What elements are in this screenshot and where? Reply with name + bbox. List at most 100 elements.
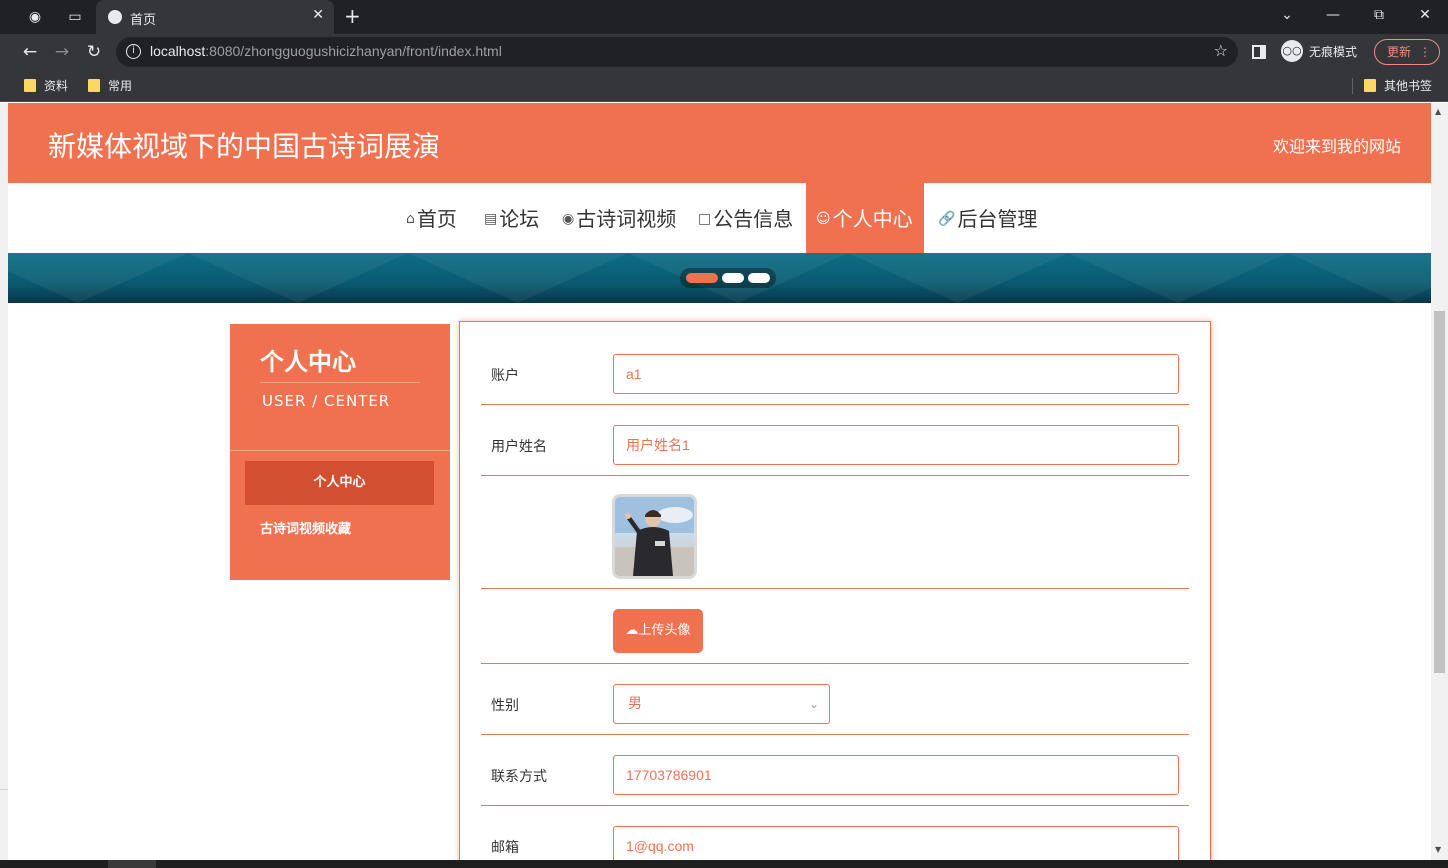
minimize-icon[interactable]: — (1310, 4, 1356, 26)
nav-poem-videos[interactable]: ◉ 古诗词视频 (552, 183, 686, 255)
incognito-label: 无痕模式 (1309, 44, 1358, 59)
browser-tab-active[interactable]: 首页 ✕ (96, 0, 334, 34)
chevron-down-icon: ⌄ (808, 697, 819, 711)
sidebar-item-video-favorites[interactable]: 古诗词视频收藏 (260, 518, 351, 537)
nav-label: 后台管理 (957, 207, 1038, 231)
page-left-edge (0, 103, 8, 860)
form-row-name: 用户姓名 用户姓名1 (481, 405, 1189, 476)
scroll-up-icon[interactable]: ▲ (1435, 107, 1441, 116)
bookmark-separator (1352, 78, 1353, 94)
window-close-icon[interactable]: ✕ (1402, 4, 1448, 26)
carousel-banner (8, 253, 1431, 303)
tab-search-icon[interactable]: ⌄ (1264, 4, 1310, 26)
avatar (612, 494, 697, 579)
sidebar-item-user-center[interactable]: 个人中心 (245, 461, 434, 505)
user-icon: ☺ (816, 211, 831, 227)
user-center-sidebar: 个人中心 USER / CENTER 个人中心 古诗词视频收藏 (230, 324, 450, 580)
carousel-dot-1[interactable] (686, 273, 718, 283)
form-row-avatar (481, 476, 1189, 589)
form-row-gender: 性别 男 ⌄ (481, 664, 1189, 735)
gender-select[interactable]: 男 ⌄ (613, 684, 830, 724)
nav-label: 论坛 (499, 207, 540, 231)
folder-icon (1364, 79, 1376, 92)
nav-label: 古诗词视频 (576, 207, 677, 231)
scrollbar-thumb[interactable] (1434, 311, 1445, 673)
phone-label: 联系方式 (491, 769, 547, 785)
divider (260, 382, 420, 383)
bookmark-label: 资料 (44, 79, 69, 93)
tab-title: 首页 (130, 13, 157, 28)
side-panel-icon[interactable] (1252, 45, 1266, 59)
name-input[interactable]: 用户姓名1 (613, 425, 1179, 465)
menu-dots-icon[interactable]: ⋮ (1419, 40, 1431, 64)
form-row-email: 邮箱 1@qq.com (481, 806, 1189, 860)
carousel-dot-2[interactable] (722, 273, 744, 283)
bookmark-folder-ziliao[interactable]: 资料 (24, 77, 68, 94)
address-bar[interactable]: i localhost:8080/zhongguogushicizhanyan/… (116, 37, 1238, 67)
update-button[interactable]: 更新 ⋮ (1374, 39, 1440, 65)
nav-admin[interactable]: 🔗 后台管理 (928, 183, 1047, 255)
site-header: 新媒体视域下的中国古诗词展演 欢迎来到我的网站 (8, 103, 1431, 183)
globe-icon[interactable]: ◉ (20, 5, 50, 29)
gender-value: 男 (628, 696, 642, 712)
other-bookmarks[interactable]: 其他书签 (1364, 77, 1432, 94)
form-row-account: 账户 a1 (481, 322, 1189, 405)
tab-close-icon[interactable]: ✕ (312, 7, 324, 23)
divider (230, 450, 450, 451)
back-icon[interactable]: ← (18, 40, 42, 64)
site-nav: ⌂ 首页 ▤ 论坛 ◉ 古诗词视频 □ 公告信息 ☺ 个人中心 🔗 后台管理 (8, 183, 1431, 255)
carousel-indicators (680, 268, 776, 288)
os-taskbar (0, 860, 1448, 868)
nav-label: 首页 (416, 207, 457, 231)
new-tab-icon[interactable]: + (344, 5, 361, 27)
address-url[interactable]: localhost:8080/zhongguogushicizhanyan/fr… (150, 43, 502, 59)
tab-favicon-icon (108, 10, 122, 24)
nav-notices[interactable]: □ 公告信息 (688, 183, 803, 255)
globe-icon: ◉ (562, 211, 575, 227)
name-label: 用户姓名 (491, 439, 547, 455)
account-input[interactable]: a1 (613, 354, 1179, 394)
home-icon: ⌂ (406, 211, 415, 227)
tab-group-icon[interactable]: ▭ (60, 5, 90, 29)
upload-label: 上传头像 (638, 623, 691, 638)
nav-home[interactable]: ⌂ 首页 (396, 183, 467, 255)
cloud-upload-icon: ☁ (625, 623, 639, 638)
scroll-down-icon[interactable]: ▼ (1435, 845, 1441, 854)
browser-tab-bar: ◉ ▭ 首页 ✕ + ⌄ — ⧉ ✕ (0, 0, 1448, 34)
nav-label: 公告信息 (713, 207, 794, 231)
page-scrollbar[interactable]: ▲ ▼ (1431, 103, 1448, 860)
restore-icon[interactable]: ⧉ (1356, 4, 1402, 26)
update-label: 更新 (1387, 45, 1412, 59)
form-row-phone: 联系方式 17703786901 (481, 735, 1189, 806)
forward-icon[interactable]: → (50, 40, 74, 64)
upload-avatar-button[interactable]: ☁上传头像 (613, 609, 703, 653)
bookmark-folder-changyong[interactable]: 常用 (88, 77, 132, 94)
folder-icon (24, 79, 36, 92)
user-center-title: 个人中心 (260, 348, 356, 376)
email-label: 邮箱 (491, 840, 519, 856)
site-info-icon[interactable]: i (126, 44, 141, 59)
incognito-indicator[interactable]: ○○ 无痕模式 (1281, 40, 1357, 62)
email-input[interactable]: 1@qq.com (613, 826, 1179, 860)
link-icon: 🔗 (938, 211, 956, 227)
carousel-dot-3[interactable] (748, 273, 770, 283)
account-label: 账户 (491, 368, 519, 384)
form-row-upload: ☁上传头像 (481, 589, 1189, 664)
reload-icon[interactable]: ↻ (82, 40, 106, 64)
nav-forum[interactable]: ▤ 论坛 (474, 183, 549, 255)
site-title: 新媒体视域下的中国古诗词展演 (48, 130, 441, 163)
folder-icon (88, 79, 100, 92)
forum-icon: ▤ (484, 211, 498, 227)
nav-label: 个人中心 (832, 207, 913, 231)
bookmark-label: 常用 (108, 79, 133, 93)
phone-input[interactable]: 17703786901 (613, 755, 1179, 795)
bookmark-star-icon[interactable]: ☆ (1214, 41, 1228, 60)
bookmark-label: 其他书签 (1384, 79, 1433, 93)
browser-toolbar: ← → ↻ i localhost:8080/zhongguogushicizh… (0, 34, 1448, 70)
nav-user-center[interactable]: ☺ 个人中心 (806, 183, 924, 255)
site-welcome: 欢迎来到我的网站 (1272, 137, 1401, 156)
page-viewport: 新媒体视域下的中国古诗词展演 欢迎来到我的网站 ⌂ 首页 ▤ 论坛 ◉ 古诗词视… (0, 103, 1448, 860)
bookmarks-bar: 资料 常用 其他书签 (0, 70, 1448, 102)
gender-label: 性别 (491, 698, 519, 714)
notice-icon: □ (698, 211, 712, 227)
